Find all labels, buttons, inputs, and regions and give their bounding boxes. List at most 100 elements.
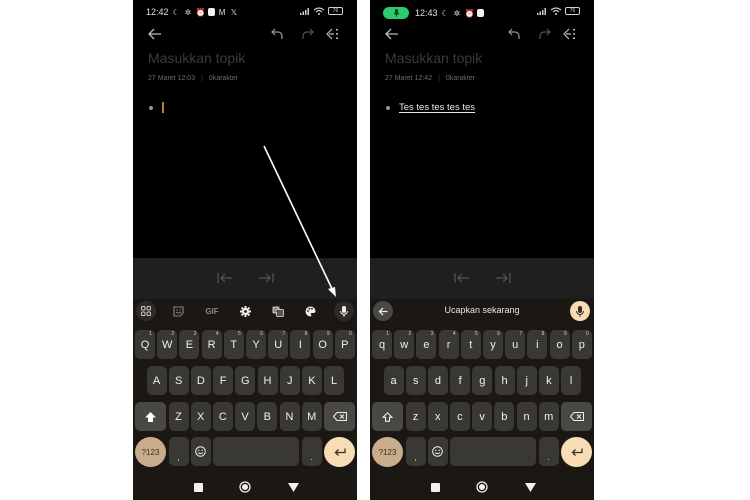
key-n[interactable]: N (279, 402, 300, 431)
key-r[interactable]: R4 (201, 330, 222, 359)
key-j[interactable]: J (279, 366, 300, 395)
backspace-key[interactable] (324, 402, 355, 431)
key-v[interactable]: v (472, 402, 493, 431)
key-g[interactable]: g (472, 366, 493, 395)
signal-icon (537, 8, 546, 15)
format-menu-button[interactable] (560, 24, 580, 44)
key-y[interactable]: y6 (483, 330, 503, 359)
gif-button[interactable]: GIF (202, 301, 222, 321)
key-r[interactable]: r4 (438, 330, 459, 359)
key-e[interactable]: E3 (179, 330, 200, 359)
key-i[interactable]: I8 (290, 330, 311, 359)
sticker-button[interactable] (168, 301, 188, 321)
emoji-key[interactable] (427, 437, 448, 466)
key-e[interactable]: e3 (416, 330, 437, 359)
key-o[interactable]: o9 (549, 330, 570, 359)
enter-key[interactable] (561, 437, 592, 467)
key-w[interactable]: W2 (157, 330, 178, 359)
backspace-key[interactable] (561, 402, 592, 431)
symbols-key[interactable]: ?123 (372, 437, 403, 467)
key-f[interactable]: F (213, 366, 234, 395)
key-v[interactable]: V (235, 402, 256, 431)
space-key[interactable] (213, 437, 299, 466)
translate-button[interactable]: G (268, 301, 288, 321)
key-g[interactable]: G (235, 366, 256, 395)
note-title-input[interactable]: Masukkan topik (385, 50, 482, 66)
key-h[interactable]: h (494, 366, 515, 395)
recents-button[interactable] (191, 480, 205, 494)
voice-input-button[interactable] (334, 301, 354, 321)
key-p[interactable]: P0 (334, 330, 355, 359)
key-c[interactable]: c (449, 402, 470, 431)
key-u[interactable]: u7 (505, 330, 526, 359)
voice-mic-button[interactable] (570, 301, 590, 321)
key-b[interactable]: B (257, 402, 278, 431)
home-button[interactable] (238, 480, 252, 494)
apps-grid-button[interactable] (136, 301, 156, 321)
enter-key[interactable] (324, 437, 355, 467)
key-n[interactable]: n (516, 402, 537, 431)
outdent-button[interactable] (452, 271, 472, 285)
key-j[interactable]: j (516, 366, 537, 395)
key-z[interactable]: Z (168, 402, 189, 431)
key-a[interactable]: a (383, 366, 404, 395)
key-z[interactable]: z (405, 402, 426, 431)
key-m[interactable]: M (301, 402, 322, 431)
key-k[interactable]: k (538, 366, 559, 395)
shift-key[interactable] (372, 402, 403, 431)
key-c[interactable]: C (212, 402, 233, 431)
comma-key[interactable]: , (168, 437, 189, 466)
period-key[interactable]: . (538, 437, 559, 466)
nav-back-button[interactable] (523, 480, 537, 494)
key-w[interactable]: w2 (394, 330, 415, 359)
key-l[interactable]: l (561, 366, 582, 395)
key-t[interactable]: t5 (460, 330, 481, 359)
shift-key[interactable] (135, 402, 166, 431)
note-title-input[interactable]: Masukkan topik (148, 50, 245, 66)
theme-button[interactable] (300, 301, 320, 321)
key-d[interactable]: D (190, 366, 211, 395)
key-p[interactable]: p0 (571, 330, 592, 359)
settings-button[interactable] (235, 301, 255, 321)
key-x[interactable]: x (427, 402, 448, 431)
indent-button[interactable] (256, 271, 276, 285)
key-y[interactable]: Y6 (246, 330, 266, 359)
undo-button[interactable] (267, 24, 287, 44)
key-s[interactable]: S (168, 366, 189, 395)
redo-button[interactable] (297, 24, 317, 44)
nav-back-button[interactable] (286, 480, 300, 494)
note-body-line[interactable] (149, 102, 164, 113)
period-key[interactable]: . (301, 437, 322, 466)
key-s[interactable]: s (405, 366, 426, 395)
key-f[interactable]: f (450, 366, 471, 395)
key-m[interactable]: m (538, 402, 559, 431)
recents-button[interactable] (428, 480, 442, 494)
key-a[interactable]: A (146, 366, 167, 395)
space-key[interactable] (450, 437, 536, 466)
key-b[interactable]: b (494, 402, 515, 431)
key-hint: 1 (386, 331, 389, 337)
back-button[interactable] (382, 24, 402, 44)
key-o[interactable]: O9 (312, 330, 333, 359)
home-button[interactable] (475, 480, 489, 494)
symbols-key[interactable]: ?123 (135, 437, 166, 467)
key-k[interactable]: K (301, 366, 322, 395)
indent-button[interactable] (493, 271, 513, 285)
key-q[interactable]: q1 (372, 330, 392, 359)
format-menu-button[interactable] (323, 24, 343, 44)
redo-button[interactable] (534, 24, 554, 44)
outdent-button[interactable] (215, 271, 235, 285)
key-x[interactable]: X (190, 402, 211, 431)
key-i[interactable]: i8 (527, 330, 548, 359)
back-button[interactable] (145, 24, 165, 44)
note-body-line[interactable]: Tes tes tes tes tes (386, 102, 475, 113)
undo-button[interactable] (504, 24, 524, 44)
comma-key[interactable]: , (405, 437, 426, 466)
key-l[interactable]: L (324, 366, 345, 395)
key-h[interactable]: H (257, 366, 278, 395)
key-u[interactable]: U7 (268, 330, 289, 359)
key-q[interactable]: Q1 (135, 330, 155, 359)
emoji-key[interactable] (190, 437, 211, 466)
key-t[interactable]: T5 (223, 330, 244, 359)
key-d[interactable]: d (427, 366, 448, 395)
